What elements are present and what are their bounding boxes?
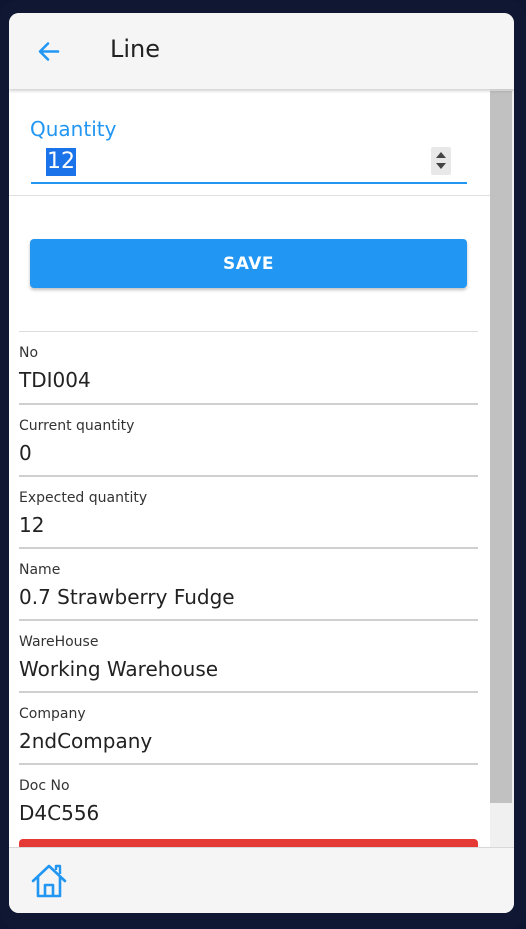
detail-label: WareHouse bbox=[19, 634, 99, 650]
detail-row-name: Name 0.7 Strawberry Fudge bbox=[19, 547, 478, 619]
content-area: Quantity 12 SAVE No TDI004 Current quant… bbox=[9, 89, 490, 847]
bottom-nav bbox=[9, 847, 514, 913]
detail-list: No TDI004 Current quantity 0 Expected qu… bbox=[19, 331, 478, 835]
quantity-value[interactable]: 12 bbox=[46, 148, 76, 176]
detail-value: 0 bbox=[19, 441, 32, 465]
stepper-down-icon[interactable] bbox=[436, 163, 446, 169]
detail-row-expected-quantity: Expected quantity 12 bbox=[19, 475, 478, 547]
stepper-up-icon[interactable] bbox=[436, 152, 446, 158]
quantity-label: Quantity bbox=[30, 117, 117, 141]
scrollbar-thumb[interactable] bbox=[490, 91, 512, 803]
detail-value: 0.7 Strawberry Fudge bbox=[19, 585, 235, 609]
detail-row-current-quantity: Current quantity 0 bbox=[19, 403, 478, 475]
divider bbox=[9, 195, 490, 196]
scrollbar[interactable] bbox=[490, 89, 514, 847]
quantity-input[interactable]: 12 bbox=[31, 144, 467, 184]
detail-label: Doc No bbox=[19, 778, 70, 794]
detail-value: D4C556 bbox=[19, 801, 100, 825]
app-screen: Line Quantity 12 SAVE No TDI004 Current … bbox=[9, 13, 514, 913]
back-button[interactable] bbox=[34, 37, 64, 67]
detail-value: TDI004 bbox=[19, 368, 91, 392]
arrow-left-icon bbox=[38, 42, 60, 61]
quantity-stepper[interactable] bbox=[431, 147, 451, 175]
detail-label: Company bbox=[19, 706, 86, 722]
device-frame: Line Quantity 12 SAVE No TDI004 Current … bbox=[0, 0, 526, 929]
detail-label: No bbox=[19, 345, 39, 361]
detail-label: Name bbox=[19, 562, 61, 578]
app-bar: Line bbox=[9, 13, 514, 89]
detail-label: Expected quantity bbox=[19, 490, 148, 506]
detail-row-warehouse: WareHouse Working Warehouse bbox=[19, 619, 478, 691]
detail-row-company: Company 2ndCompany bbox=[19, 691, 478, 763]
detail-row-doc-no: Doc No D4C556 bbox=[19, 763, 478, 835]
detail-label: Current quantity bbox=[19, 418, 135, 434]
home-button[interactable] bbox=[29, 862, 69, 900]
delete-button[interactable] bbox=[19, 839, 478, 847]
detail-row-no: No TDI004 bbox=[19, 331, 478, 403]
detail-value: Working Warehouse bbox=[19, 657, 219, 681]
detail-value: 2ndCompany bbox=[19, 729, 153, 753]
home-icon bbox=[31, 864, 67, 898]
detail-value: 12 bbox=[19, 513, 45, 537]
save-button[interactable]: SAVE bbox=[30, 239, 467, 288]
page-title: Line bbox=[110, 35, 161, 63]
